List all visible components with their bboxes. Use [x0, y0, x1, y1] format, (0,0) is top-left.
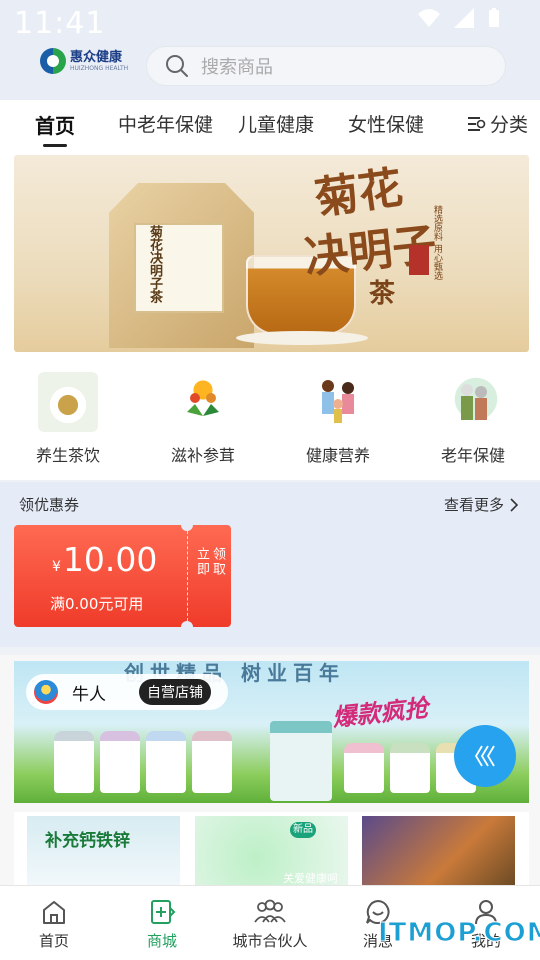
battery-icon [489, 8, 499, 27]
shop-icon [151, 900, 176, 924]
coupon-section-title: 领优惠券 [19, 496, 80, 514]
coupon-notch-bottom [181, 621, 193, 627]
claim-label-1: 立即 [194, 547, 209, 577]
package-text: 菊花决明子茶 [147, 225, 162, 303]
logo-name: 惠众健康 [70, 49, 123, 65]
nav-label: 城市合伙人 [232, 932, 308, 950]
shortcut-tea[interactable]: 养生茶饮 [13, 372, 123, 466]
nav-label: 商城 [146, 932, 177, 950]
shortcut-tonic[interactable]: 滋补参茸 [148, 372, 258, 466]
banner-side-text: 精选原料 用心甄选 [432, 205, 442, 280]
family-figures [322, 380, 354, 423]
floating-menu-button[interactable] [454, 725, 516, 787]
category-button[interactable]: 分类 [468, 110, 529, 137]
saucer-image [236, 331, 368, 345]
shortcut-label: 健康营养 [305, 446, 370, 465]
tab-child-health[interactable]: 儿童健康 [238, 110, 314, 137]
search-input[interactable]: 搜索商品 [146, 46, 506, 86]
search-placeholder: 搜索商品 [201, 57, 273, 78]
claim-coupon-button[interactable]: 立即 领取 [194, 547, 230, 577]
bottle-image [146, 731, 186, 793]
nav-home[interactable]: 首页 [0, 898, 108, 951]
coupon-card[interactable]: ¥ 10.00 满0.00元可用 立即 领取 [14, 525, 231, 627]
category-shortcuts: 养生茶饮 滋补参茸 健康营养 老年保健 [0, 372, 540, 465]
category-button-label: 分类 [490, 114, 529, 136]
tab-senior-care[interactable]: 中老年保健 [118, 110, 213, 137]
app-header: 11:41 惠众健康 HUIZHONG HEALTH 搜索商品 [0, 0, 540, 100]
family-icon [308, 372, 368, 432]
store-badge: 自营店铺 [139, 679, 211, 705]
signal-icon [454, 8, 474, 28]
brand-logo[interactable]: 惠众健康 HUIZHONG HEALTH [40, 48, 128, 74]
store-avatar [32, 678, 60, 706]
logo-icon [40, 48, 66, 74]
wellness-figures [187, 393, 219, 416]
coupon-currency: ¥ [52, 559, 61, 575]
home-icon [43, 901, 65, 924]
shortcut-nutrition[interactable]: 健康营养 [283, 372, 393, 466]
store-name: 牛人 [72, 684, 106, 705]
coupon-condition: 满0.00元可用 [50, 595, 144, 613]
product-thumb[interactable]: 新品 关爱健康呵护 [195, 816, 348, 886]
active-tab-indicator [43, 144, 67, 147]
banner-headline-3: 茶 [369, 279, 396, 309]
store-product-thumbs: 补充钙铁锌 新品 关爱健康呵护 [14, 812, 529, 887]
bottle-image [54, 731, 94, 793]
logo-subtitle: HUIZHONG HEALTH [70, 64, 129, 72]
product-thumb-text: 关爱健康呵护 [283, 872, 338, 885]
coupon-value: 10.00 [62, 540, 158, 579]
nav-label: 首页 [38, 932, 69, 950]
status-time: 11:41 [14, 6, 106, 41]
promo-banner[interactable]: 菊花决明子茶 菊花 决明子 茶 精选原料 用心甄选 [14, 155, 529, 352]
new-badge: 新品 [290, 822, 316, 838]
shortcut-label: 老年保健 [440, 446, 505, 465]
product-thumb-text: 补充钙铁锌 [45, 831, 130, 851]
coupon-see-more[interactable]: 查看更多 [444, 494, 518, 515]
bottle-image [344, 743, 384, 793]
product-thumb[interactable]: 补充钙铁锌 [27, 816, 180, 886]
shortcut-label: 养生茶饮 [35, 446, 100, 465]
partners-icon [254, 899, 286, 923]
elderly-figures [461, 384, 487, 420]
elderly-couple-icon [443, 372, 503, 432]
chevron-right-icon [510, 497, 518, 512]
store-promo-text: 爆款疯抢 [331, 694, 430, 732]
site-watermark: ITMOP.COM [378, 918, 540, 949]
product-bottles [54, 731, 232, 793]
status-icons [418, 8, 500, 28]
category-list-icon [468, 116, 486, 131]
tabs-fade [440, 100, 470, 150]
shortcut-elderly[interactable]: 老年保健 [418, 372, 528, 466]
store-header[interactable]: 牛人 自营店铺 [26, 674, 228, 710]
tab-women-care[interactable]: 女性保健 [348, 110, 424, 137]
nav-shop[interactable]: 商城 [108, 898, 216, 951]
bottle-image [100, 731, 140, 793]
product-thumb[interactable] [362, 816, 515, 886]
featured-product-image [270, 721, 332, 801]
wifi-icon [418, 9, 440, 27]
tab-home[interactable]: 首页 [35, 110, 75, 139]
wellness-sun-icon [173, 372, 233, 432]
search-icon [166, 55, 188, 77]
claim-label-2: 领取 [210, 547, 225, 577]
bottle-image [390, 743, 430, 793]
coupon-notch-top [181, 525, 193, 531]
shortcut-label: 滋补参茸 [170, 446, 235, 465]
nav-partners[interactable]: 城市合伙人 [216, 898, 324, 951]
bottle-image [192, 731, 232, 793]
chevrons-left-icon [474, 745, 495, 767]
see-more-label: 查看更多 [443, 496, 504, 514]
coupon-divider [187, 531, 188, 621]
tea-cup-icon [38, 372, 98, 432]
category-tabs: 首页 中老年保健 儿童健康 女性保健 分类 [0, 100, 540, 150]
coupon-amount: ¥ 10.00 [52, 540, 157, 579]
